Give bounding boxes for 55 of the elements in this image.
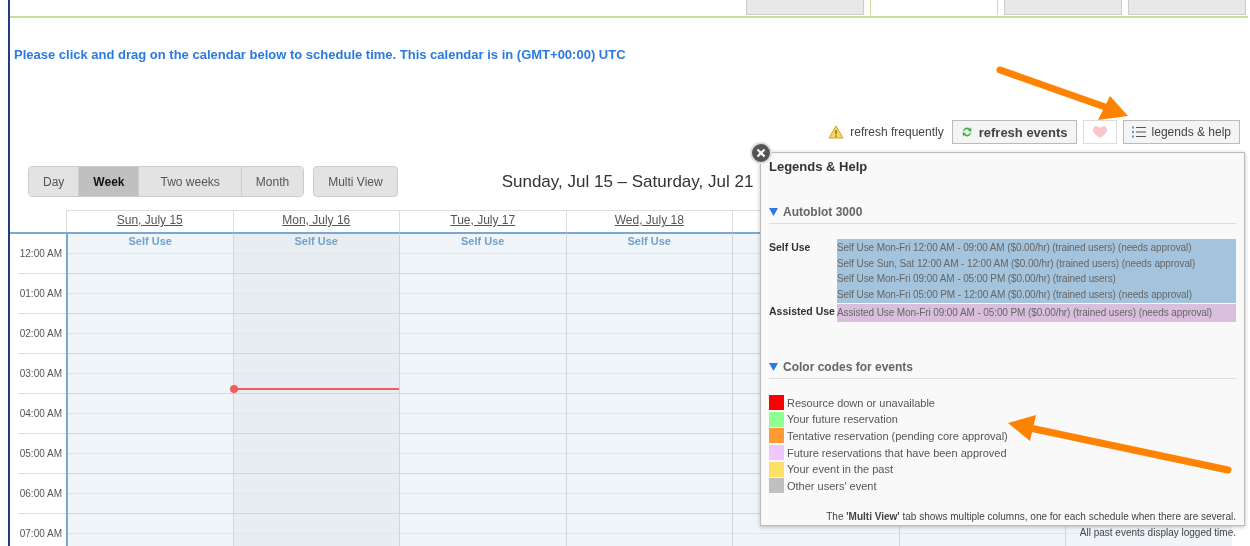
heart-icon	[1091, 125, 1108, 139]
warning-icon	[828, 125, 845, 139]
notice-text: refresh frequently	[850, 125, 944, 139]
day-header-link[interactable]: Sun, July 15	[116, 213, 183, 227]
section-heading[interactable]: Autoblot 3000	[783, 205, 863, 219]
tab[interactable]	[1128, 0, 1246, 15]
color-label: Other users' event	[787, 479, 877, 492]
date-range-title: Sunday, Jul 15 – Saturday, Jul 21	[501, 171, 754, 192]
instruction-text: Please click and drag on the calendar below to schedule time. This calendar is in (GMT+00:00) UTC	[13, 46, 627, 64]
list-icon	[1131, 126, 1146, 138]
time-label: 04:00 AM	[19, 408, 62, 419]
day-header-link[interactable]: Tue, July 17	[450, 213, 516, 227]
day-header-link[interactable]: Wed, July 18	[614, 213, 684, 227]
rule-group-label: Assisted Use	[769, 304, 836, 319]
view-tab[interactable]: Week	[78, 167, 139, 196]
note-text: All past events display logged time.	[1078, 526, 1236, 541]
day-header-link[interactable]: Mon, July 16	[282, 213, 351, 227]
slot-label: Self Use	[127, 235, 173, 247]
multi-view-button[interactable]: Multi View	[313, 166, 398, 197]
section-heading[interactable]: Color codes for events	[783, 359, 914, 374]
slot-label: Self Use	[293, 235, 339, 247]
view-tab[interactable]: Month	[240, 167, 304, 196]
rule-text: Self Use Mon-Fri 12:00 AM - 09:00 AM ($0.00/hr) (trained users) (needs approval)	[837, 241, 1193, 255]
refresh-button[interactable]: refresh events	[951, 120, 1077, 144]
time-label: 02:00 AM	[19, 328, 62, 339]
time-label: 07:00 AM	[19, 528, 62, 539]
popup-title: Legends & Help	[769, 159, 869, 174]
tab[interactable]	[746, 0, 864, 15]
rule-text: Assisted Use Mon-Fri 09:00 AM - 05:00 PM ($0.00/hr) (trained users) (needs approval)	[837, 306, 1214, 320]
time-label: 12:00 AM	[19, 248, 62, 259]
tab[interactable]	[1004, 0, 1122, 15]
time-label: 05:00 AM	[19, 448, 62, 459]
view-tab[interactable]: Two weeks	[138, 167, 241, 196]
view-tab[interactable]: Day	[29, 167, 79, 196]
color-label: Your future reservation	[787, 413, 898, 426]
color-label: Resource down or unavailable	[787, 396, 935, 409]
color-label: Tentative reservation (pending core approval)	[787, 430, 1008, 442]
tab[interactable]	[870, 0, 998, 16]
slot-label: Self Use	[626, 235, 672, 247]
close-button[interactable]	[750, 142, 772, 164]
legends-button[interactable]: legends & help	[1122, 120, 1240, 144]
rule-text: Self Use Mon-Fri 05:00 PM - 12:00 AM ($0.00/hr) (trained users) (needs approval)	[837, 287, 1193, 302]
time-label: 06:00 AM	[19, 488, 62, 499]
time-label: 03:00 AM	[19, 368, 62, 379]
rule-text: Self Use Sun, Sat 12:00 AM - 12:00 AM ($0.00/hr) (trained users) (needs approval)	[837, 256, 1197, 271]
color-label: Your event in the past	[787, 463, 893, 476]
color-label: Future reservations that have been approved	[787, 446, 1007, 459]
close-icon	[756, 148, 766, 158]
time-label: 01:00 AM	[19, 288, 62, 299]
rule-text: Self Use Mon-Fri 09:00 AM - 05:00 PM ($0.00/hr) (trained users)	[837, 272, 1117, 286]
slot-label: Self Use	[460, 235, 506, 247]
note-text: The 'Multi View' tab shows multiple columns, one for each schedule when there are several.	[825, 510, 1236, 525]
refresh-icon	[960, 126, 973, 138]
rule-group-label: Self Use	[769, 240, 812, 255]
favorite-button[interactable]	[1082, 120, 1117, 144]
